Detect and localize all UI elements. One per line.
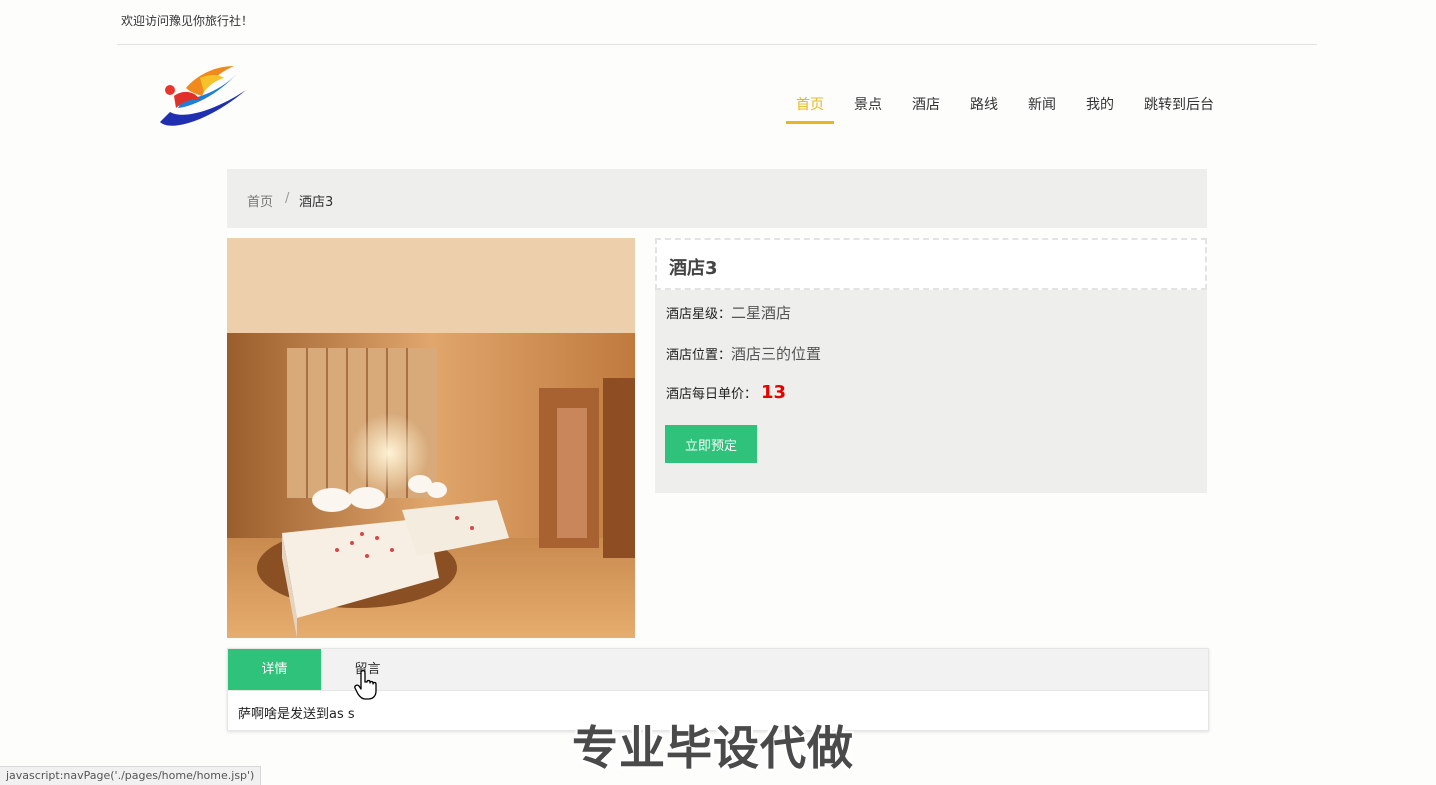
hotel-photo [227,238,635,638]
watermark-text: 专业毕设代做 [572,721,854,775]
book-now-button[interactable]: 立即预定 [665,425,757,463]
nav-item-hotels[interactable]: 酒店 [902,94,950,124]
hotel-location-value: 酒店三的位置 [731,345,822,363]
nav-item-routes[interactable]: 路线 [960,94,1008,124]
hand-pointer-icon [354,669,378,700]
hotel-name: 酒店3 [669,258,718,279]
hotel-location-label: 酒店位置： [666,348,732,363]
tab-detail[interactable]: 详情 [228,649,321,690]
hotel-price-row: 酒店每日单价： 13 [666,382,786,403]
site-logo[interactable] [156,60,252,136]
breadcrumb: 首页 / 酒店3 [227,169,1207,228]
top-bar: 欢迎访问豫见你旅行社！ [117,0,1317,45]
nav-item-attractions[interactable]: 景点 [844,94,892,124]
hotel-star-label: 酒店星级： [666,307,732,322]
nav-item-home[interactable]: 首页 [786,94,834,124]
hotel-title-box: 酒店3 [655,238,1207,290]
hotel-price-label: 酒店每日单价： [666,387,758,402]
breadcrumb-separator: / [285,191,290,206]
tab-content: 萨啊啥是发送到as s [238,707,355,722]
hotel-star-value: 二星酒店 [731,304,792,322]
hotel-info-panel: 酒店3 酒店星级：二星酒店 酒店位置：酒店三的位置 酒店每日单价： 13 立即预定 [655,238,1207,493]
nav-item-news[interactable]: 新闻 [1018,94,1066,124]
hotel-location-row: 酒店位置：酒店三的位置 [666,343,821,364]
nav-item-admin[interactable]: 跳转到后台 [1134,94,1224,124]
browser-status-bar: javascript:navPage('./pages/home/home.js… [0,766,262,785]
hotel-price-value: 13 [761,382,787,403]
logo-icon [160,66,246,126]
hotel-star-row: 酒店星级：二星酒店 [666,302,791,323]
breadcrumb-home-link[interactable]: 首页 [247,191,273,210]
breadcrumb-current: 酒店3 [299,195,334,210]
welcome-text: 欢迎访问豫见你旅行社！ [121,14,254,28]
main-nav: 首页 景点 酒店 路线 新闻 我的 跳转到后台 [786,94,1224,124]
nav-item-mine[interactable]: 我的 [1076,94,1124,124]
